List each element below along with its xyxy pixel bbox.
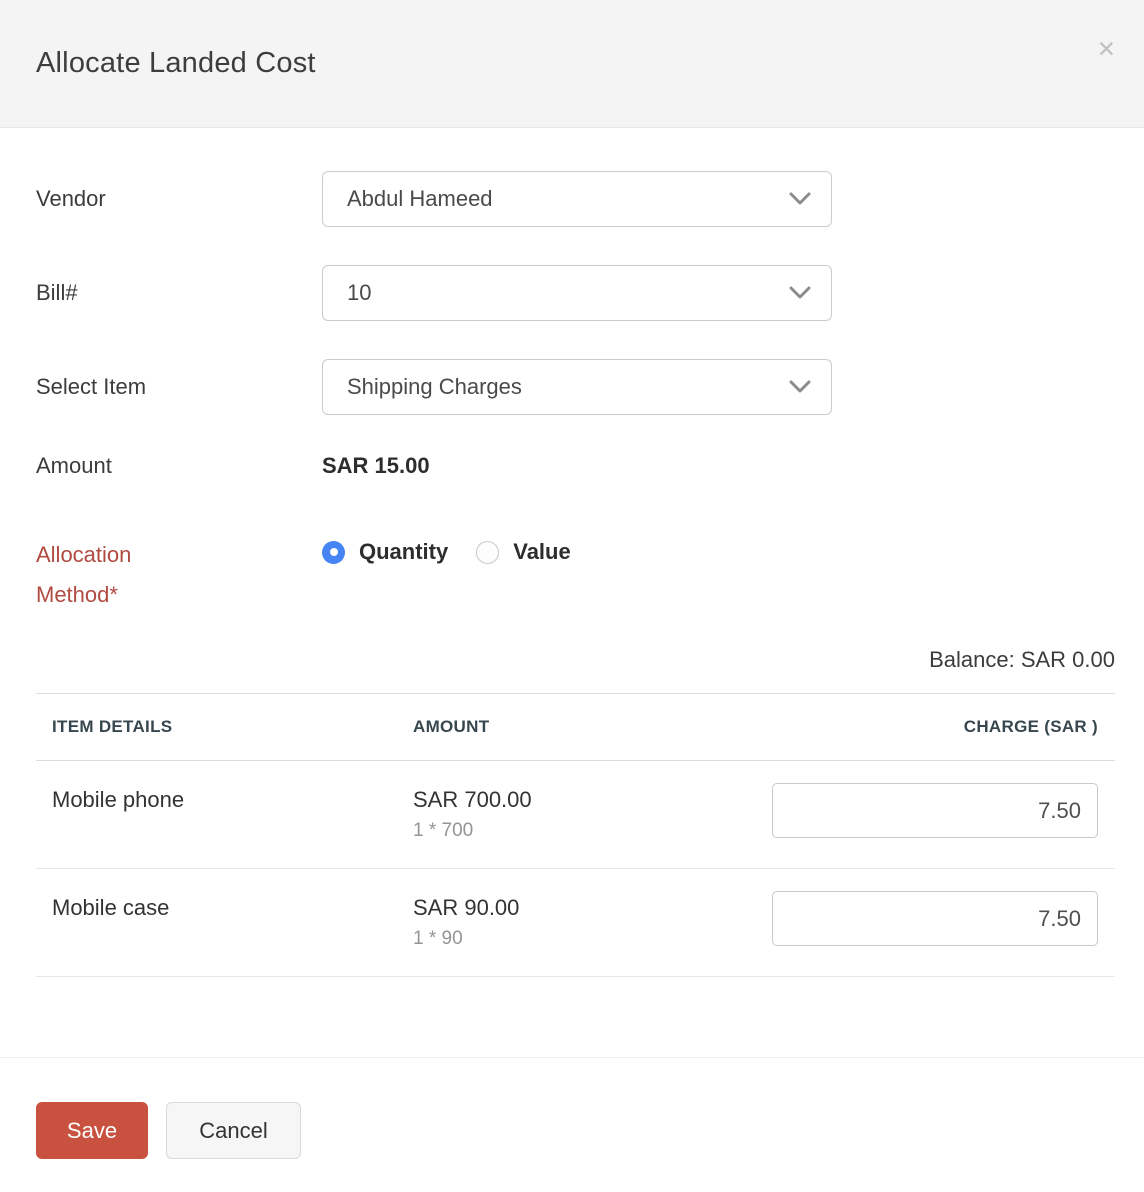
bill-select-value: 10 — [347, 280, 371, 306]
radio-option-value[interactable]: Value — [476, 539, 570, 565]
table-row: Mobile phone SAR 700.00 1 * 700 — [36, 761, 1115, 869]
allocation-method-label: Allocation Method* — [36, 535, 322, 615]
balance-text: Balance: SAR 0.00 — [36, 647, 1115, 673]
charge-cell — [772, 783, 1115, 838]
allocation-table: ITEM DETAILS AMOUNT CHARGE (SAR ) Mobile… — [36, 693, 1115, 977]
vendor-select[interactable]: Abdul Hameed — [322, 171, 832, 227]
chevron-down-icon — [789, 286, 811, 300]
amount-row: Amount SAR 15.00 — [36, 453, 1115, 479]
header-item-details: ITEM DETAILS — [36, 717, 413, 737]
select-item-row: Select Item Shipping Charges — [36, 359, 1115, 415]
allocate-landed-cost-modal: Allocate Landed Cost ✕ Vendor Abdul Hame… — [0, 0, 1144, 1159]
modal-header: Allocate Landed Cost ✕ — [0, 0, 1144, 128]
item-select-value: Shipping Charges — [347, 374, 522, 400]
amount-value: SAR 15.00 — [322, 453, 430, 479]
item-name: Mobile phone — [36, 783, 413, 816]
bill-select[interactable]: 10 — [322, 265, 832, 321]
save-button[interactable]: Save — [36, 1102, 148, 1159]
vendor-select-value: Abdul Hameed — [347, 186, 493, 212]
chevron-down-icon — [789, 192, 811, 206]
item-amount-cell: SAR 700.00 1 * 700 — [413, 783, 772, 842]
radio-label-quantity: Quantity — [359, 539, 448, 565]
header-amount: AMOUNT — [413, 717, 772, 737]
radio-selected-icon[interactable] — [322, 541, 345, 564]
item-name: Mobile case — [36, 891, 413, 924]
chevron-down-icon — [789, 380, 811, 394]
vendor-row: Vendor Abdul Hameed — [36, 171, 1115, 227]
radio-option-quantity[interactable]: Quantity — [322, 539, 448, 565]
charge-cell — [772, 891, 1115, 946]
table-header-row: ITEM DETAILS AMOUNT CHARGE (SAR ) — [36, 694, 1115, 761]
charge-input[interactable] — [772, 783, 1098, 838]
item-amount: SAR 700.00 — [413, 783, 772, 816]
allocation-method-radio-group: Quantity Value — [322, 539, 599, 565]
bill-label: Bill# — [36, 280, 322, 306]
radio-unselected-icon[interactable] — [476, 541, 499, 564]
item-calc: 1 * 700 — [413, 820, 772, 842]
select-item-label: Select Item — [36, 374, 322, 400]
item-amount: SAR 90.00 — [413, 891, 772, 924]
cancel-button[interactable]: Cancel — [166, 1102, 301, 1159]
table-row: Mobile case SAR 90.00 1 * 90 — [36, 869, 1115, 977]
radio-label-value: Value — [513, 539, 570, 565]
vendor-label: Vendor — [36, 186, 322, 212]
modal-footer: Save Cancel — [0, 1057, 1144, 1159]
bill-row: Bill# 10 — [36, 265, 1115, 321]
charge-input[interactable] — [772, 891, 1098, 946]
item-amount-cell: SAR 90.00 1 * 90 — [413, 891, 772, 950]
allocation-method-row: Allocation Method* Quantity Value — [36, 535, 1115, 615]
close-icon[interactable]: ✕ — [1097, 38, 1116, 61]
modal-body: Vendor Abdul Hameed Bill# 10 Select Item — [0, 128, 1144, 977]
item-calc: 1 * 90 — [413, 928, 772, 950]
item-select[interactable]: Shipping Charges — [322, 359, 832, 415]
amount-label: Amount — [36, 453, 322, 479]
header-charge: CHARGE (SAR ) — [772, 717, 1115, 737]
modal-title: Allocate Landed Cost — [36, 47, 316, 80]
